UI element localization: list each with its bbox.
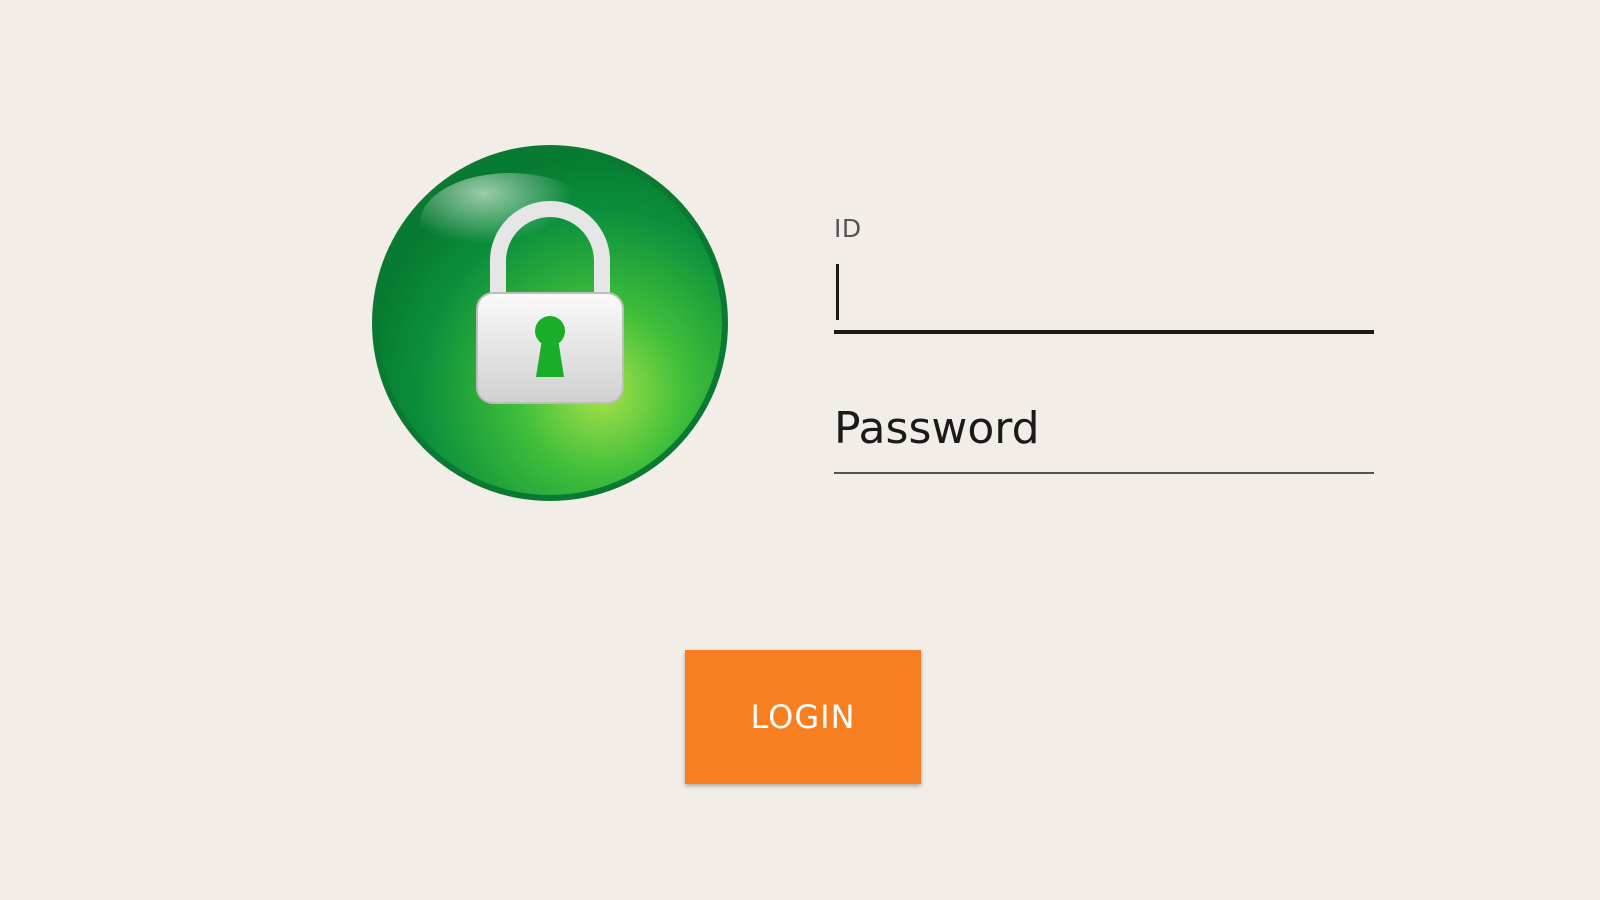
password-field[interactable]	[834, 400, 1374, 456]
id-field-underline	[834, 330, 1374, 334]
lock-icon	[372, 145, 728, 501]
id-field[interactable]	[834, 264, 1374, 310]
id-field-container[interactable]	[834, 264, 1374, 320]
password-field-underline	[834, 472, 1374, 474]
id-label: ID	[834, 214, 862, 243]
text-caret	[836, 264, 839, 320]
login-button[interactable]: LOGIN	[685, 650, 921, 784]
lock-logo	[370, 143, 730, 503]
